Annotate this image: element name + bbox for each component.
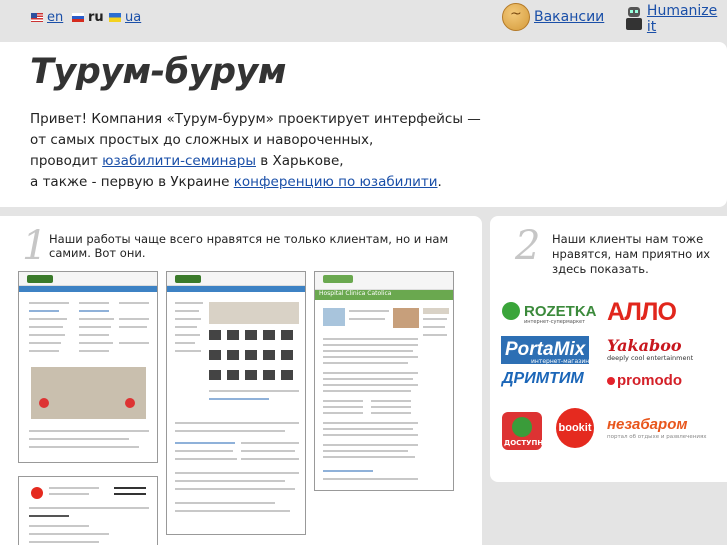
intro-text: Привет! Компания «Турум-бурум» проектиру… xyxy=(30,109,500,193)
lang-ua-link[interactable]: ua xyxy=(125,10,141,25)
client-logo-yakaboo[interactable]: Yakaboo deeply cool entertainment xyxy=(607,336,693,362)
lang-en-link[interactable]: en xyxy=(47,10,63,25)
intro-line-2: от самых простых до сложных и навороченн… xyxy=(30,132,374,148)
client-logo-bookit[interactable]: bookit xyxy=(556,408,594,448)
work-thumbnail-rozetka[interactable] xyxy=(18,271,158,463)
promodo-dot-icon xyxy=(607,376,615,385)
clients-panel: 2 Наши клиенты нам тоже нравятся, нам пр… xyxy=(490,216,727,482)
client-logo-portamix[interactable]: PortaMix интернет-магазин xyxy=(501,336,589,365)
intro-line-4: а также - первую в Украине конференцию п… xyxy=(30,174,442,190)
conference-link[interactable]: конференцию по юзабилити xyxy=(234,174,438,190)
client-logo-nezabarom[interactable]: незабаром портал об отдыхе и развлечения… xyxy=(607,416,707,440)
intro-line-3: проводит юзабилити-семинары в Харькове, xyxy=(30,153,344,169)
works-caption: Наши работы чаще всего нравятся не тольк… xyxy=(49,232,449,260)
humanize[interactable]: Humanize it xyxy=(623,3,727,35)
lang-ua[interactable]: ua xyxy=(109,10,141,25)
cookie-icon xyxy=(502,3,530,31)
work-thumbnail-booking[interactable] xyxy=(18,476,158,545)
works-panel: 1 Наши работы чаще всего нравятся не тол… xyxy=(0,216,482,545)
rozetka-smile-icon xyxy=(502,302,520,320)
lang-ru-current: ru xyxy=(88,10,104,25)
vacancies-link[interactable]: Вакансии xyxy=(534,9,604,25)
intro-panel: Турум-бурум Привет! Компания «Турум-буру… xyxy=(0,42,727,207)
seminars-link[interactable]: юзабилити-семинары xyxy=(102,153,256,169)
bookit-icon: bookit xyxy=(556,408,594,448)
client-logo-promodo[interactable]: promodo xyxy=(607,372,682,389)
client-logo-rozetka[interactable]: ROZETKA интернет-супермаркет xyxy=(502,302,597,325)
work-thumbnail-hospital[interactable]: Hospital Clinica Catolica xyxy=(314,271,454,491)
vacancies[interactable]: Вакансии xyxy=(502,3,604,31)
dostupno-mascot-icon: ДОСТУПНО xyxy=(502,412,549,450)
ua-flag-icon xyxy=(109,13,121,22)
ru-flag-icon xyxy=(72,13,84,22)
lang-ru: ru xyxy=(72,10,104,25)
hospital-page-title: Hospital Clinica Catolica xyxy=(319,290,392,297)
robot-icon xyxy=(623,5,644,33)
section-number-1: 1 xyxy=(22,223,48,269)
section-number-2: 2 xyxy=(515,223,541,269)
page-title: Турум-бурум xyxy=(30,52,286,92)
intro-line-1: Привет! Компания «Турум-бурум» проектиру… xyxy=(30,111,481,127)
work-thumbnail-shop[interactable] xyxy=(166,271,306,535)
client-logo-dreamtim[interactable]: ДРИМТИМ xyxy=(502,370,584,388)
top-bar: en ru ua Вакансии Humanize it xyxy=(0,0,727,40)
lang-en[interactable]: en xyxy=(31,10,63,25)
us-flag-icon xyxy=(31,13,43,22)
client-logo-allo[interactable]: АЛЛО xyxy=(607,298,677,327)
clients-caption: Наши клиенты нам тоже нравятся, нам прия… xyxy=(552,232,711,276)
client-logo-dostupno[interactable]: ДОСТУПНО xyxy=(502,412,549,450)
humanize-link[interactable]: Humanize it xyxy=(647,3,727,35)
